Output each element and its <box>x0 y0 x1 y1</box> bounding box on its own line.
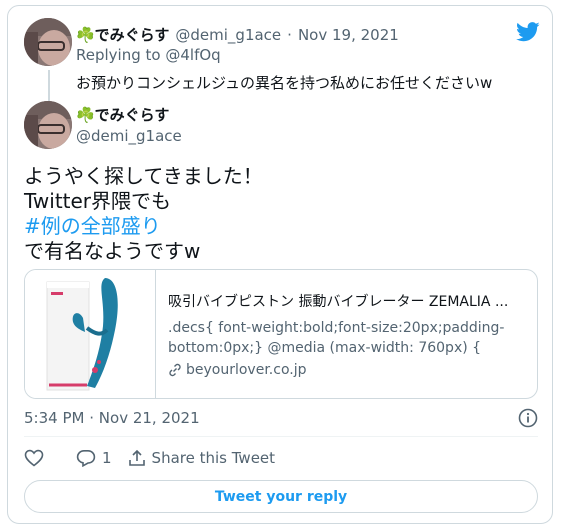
main-tweet-text: ようやく探してきました！ Twitter界隈でも #例の全部盛り で有名なようで… <box>24 164 263 264</box>
parent-name-row: ☘️でみぐらす @demi_g1ace · Nov 19, 2021 <box>76 24 399 45</box>
link-card-domain-row: beyourlover.co.jp <box>168 360 526 380</box>
link-icon <box>169 363 181 377</box>
info-icon[interactable] <box>518 408 538 428</box>
tweet-time[interactable]: 5:34 PM <box>24 409 84 427</box>
parent-tweet-text: お預かりコンシェルジュの異名を持つ私めにお任せくださいw <box>76 74 493 92</box>
parent-handle[interactable]: @demi_g1ace <box>175 26 281 44</box>
main-display-name[interactable]: ☘️でみぐらす <box>76 104 169 125</box>
link-card-title: 吸引バイブピストン 振動バイブレーター ZEMALIA ... <box>168 294 509 310</box>
tweet-line: ようやく探してきました！ <box>24 164 263 188</box>
thread-connector <box>48 70 50 104</box>
link-card-domain: beyourlover.co.jp <box>186 362 307 378</box>
link-card-body: 吸引バイブピストン 振動バイブレーター ZEMALIA ... .decs{ f… <box>168 292 526 380</box>
link-preview-card[interactable]: 吸引バイブピストン 振動バイブレーター ZEMALIA ... .decs{ f… <box>24 269 538 399</box>
timestamp-separator: · <box>89 409 95 427</box>
share-icon <box>128 449 145 466</box>
product-thumbnail <box>25 270 156 398</box>
replying-to: Replying to @4lfOq <box>76 46 221 64</box>
tweet-date[interactable]: Nov 21, 2021 <box>99 409 200 427</box>
parent-date[interactable]: Nov 19, 2021 <box>298 26 399 44</box>
actions-bar: 1 Share this Tweet <box>24 449 295 467</box>
like-button[interactable] <box>24 449 44 467</box>
replying-to-label: Replying to <box>76 46 161 64</box>
main-name-block: ☘️でみぐらす @demi_g1ace <box>76 104 182 145</box>
share-button[interactable]: Share this Tweet <box>128 449 275 467</box>
replying-to-handle[interactable]: @4lfOq <box>165 46 220 64</box>
reply-count: 1 <box>102 449 112 467</box>
parent-separator: · <box>287 25 292 44</box>
main-handle[interactable]: @demi_g1ace <box>76 127 182 145</box>
tweet-embed-card: ☘️でみぐらす @demi_g1ace · Nov 19, 2021 Reply… <box>7 5 553 524</box>
reply-action[interactable]: 1 <box>76 449 112 467</box>
share-label: Share this Tweet <box>151 449 276 467</box>
tweet-your-reply-button[interactable]: Tweet your reply <box>24 480 538 513</box>
divider <box>24 436 538 437</box>
parent-display-name[interactable]: ☘️でみぐらす <box>76 24 169 45</box>
tweet-line: Twitter界隈でも <box>24 189 172 213</box>
link-card-description: .decs{ font-weight:bold;font-size:20px;p… <box>168 320 505 356</box>
reply-icon <box>76 450 96 467</box>
like-icon <box>24 449 44 467</box>
hashtag-link[interactable]: #例の全部盛り <box>24 214 263 239</box>
parent-avatar[interactable] <box>24 18 72 66</box>
twitter-bird-icon[interactable] <box>516 22 540 42</box>
timestamp-row: 5:34 PM · Nov 21, 2021 <box>24 408 538 428</box>
tweet-line: で有名なようですw <box>24 239 201 263</box>
main-avatar[interactable] <box>24 101 72 149</box>
